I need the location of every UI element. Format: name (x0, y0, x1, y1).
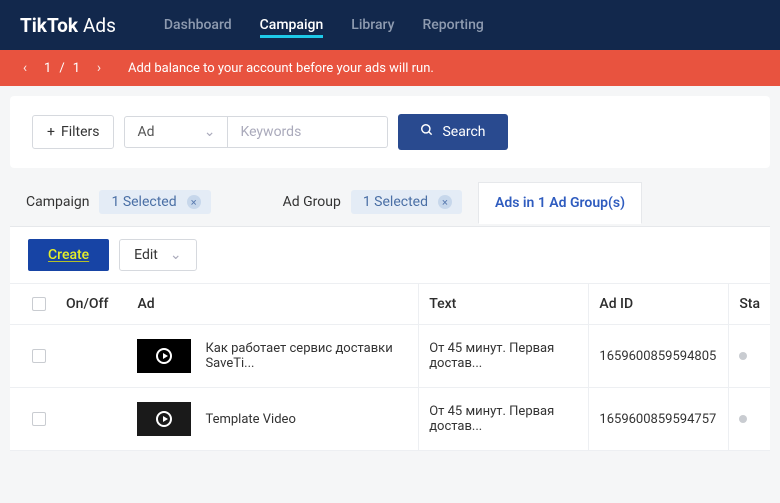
data-sheet: Create Edit ⌄ On/Off Ad Text Ad ID Sta (10, 227, 770, 451)
clear-campaign-icon[interactable]: × (187, 195, 201, 209)
row-checkbox[interactable] (32, 412, 46, 426)
logo-primary: TikTok (20, 14, 78, 37)
nav-campaign[interactable]: Campaign (260, 2, 324, 48)
nav-dashboard[interactable]: Dashboard (164, 2, 232, 48)
level-tabs: Campaign 1 Selected × Ad Group 1 Selecte… (10, 178, 770, 227)
scope-label: Ad (137, 124, 154, 140)
search-button[interactable]: Search (398, 114, 507, 150)
alert-current: 1 (44, 61, 51, 76)
alert-message: Add balance to your account before your … (128, 61, 434, 76)
ad-text: От 45 минут. Первая достав... (419, 388, 589, 451)
clear-adgroup-icon[interactable]: × (438, 195, 452, 209)
actions-row: Create Edit ⌄ (10, 227, 770, 283)
edit-button[interactable]: Edit ⌄ (119, 239, 196, 271)
ads-table: On/Off Ad Text Ad ID Sta Как работает се… (10, 283, 770, 451)
col-onoff: On/Off (56, 284, 127, 325)
alert-sep: / (59, 61, 64, 76)
select-all-checkbox[interactable] (32, 297, 46, 311)
row-checkbox[interactable] (32, 349, 46, 363)
status-dot (739, 352, 747, 360)
ad-name: Как работает сервис доставки SaveTi... (205, 341, 408, 371)
create-button[interactable]: Create (28, 239, 109, 271)
pill-text: 1 Selected (363, 194, 428, 210)
alert-next-icon[interactable]: › (92, 60, 106, 76)
keywords-input[interactable] (228, 116, 388, 148)
top-header: TikTok Ads Dashboard Campaign Library Re… (0, 0, 780, 50)
ad-id: 1659600859594757 (589, 388, 729, 451)
ad-id: 1659600859594805 (589, 325, 729, 388)
col-ad: Ad (127, 284, 418, 325)
col-text: Text (419, 284, 589, 325)
ad-cell[interactable]: Как работает сервис доставки SaveTi... (137, 339, 408, 373)
campaign-selected-pill: 1 Selected × (99, 190, 210, 214)
ad-cell[interactable]: Template Video (137, 402, 408, 436)
search-icon (420, 123, 434, 141)
chevron-down-icon: ⌄ (204, 124, 216, 140)
logo-secondary: Ads (83, 14, 116, 37)
search-label: Search (442, 124, 485, 140)
tab-adgroup-label: Ad Group (283, 194, 341, 210)
tab-campaign-label: Campaign (26, 194, 89, 210)
play-icon (156, 348, 172, 364)
nav-library[interactable]: Library (351, 2, 394, 48)
ad-text: От 45 минут. Первая достав... (419, 325, 589, 388)
play-icon (156, 411, 172, 427)
alert-pager: 1 / 1 (44, 61, 80, 76)
tab-adgroup[interactable]: Ad Group 1 Selected × (267, 178, 478, 226)
alert-total: 1 (73, 61, 80, 76)
table-row: Как работает сервис доставки SaveTi... О… (10, 325, 770, 388)
nav-reporting[interactable]: Reporting (422, 2, 483, 48)
ad-name: Template Video (205, 412, 295, 427)
col-adid: Ad ID (589, 284, 729, 325)
logo: TikTok Ads (20, 14, 116, 37)
adgroup-selected-pill: 1 Selected × (351, 190, 462, 214)
create-label: Create (48, 247, 89, 263)
table-row: Template Video От 45 минут. Первая доста… (10, 388, 770, 451)
col-status: Sta (729, 284, 770, 325)
edit-label: Edit (134, 247, 158, 263)
plus-icon: + (47, 124, 55, 140)
video-thumbnail (137, 402, 191, 436)
status-dot (739, 415, 747, 423)
filters-label: Filters (61, 124, 100, 140)
alert-prev-icon[interactable]: ‹ (18, 60, 32, 76)
search-toolbar: + Filters Ad ⌄ Search (10, 96, 770, 168)
pill-text: 1 Selected (111, 194, 176, 210)
chevron-down-icon: ⌄ (170, 247, 182, 263)
tab-campaign[interactable]: Campaign 1 Selected × (10, 178, 227, 226)
filters-button[interactable]: + Filters (32, 115, 114, 149)
tab-ads[interactable]: Ads in 1 Ad Group(s) (478, 182, 642, 224)
alert-bar: ‹ 1 / 1 › Add balance to your account be… (0, 50, 780, 86)
tab-ads-label: Ads in 1 Ad Group(s) (495, 195, 625, 211)
video-thumbnail (137, 339, 191, 373)
main-nav: Dashboard Campaign Library Reporting (164, 2, 484, 48)
scope-select[interactable]: Ad ⌄ (124, 116, 228, 148)
